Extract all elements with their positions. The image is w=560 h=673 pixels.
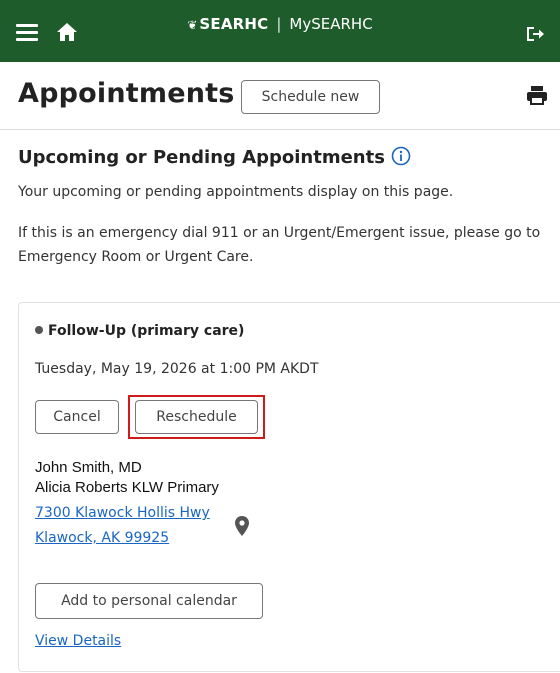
brand-name: SEARHC bbox=[199, 15, 269, 33]
address-line-2-link[interactable]: Klawock, AK 99925 bbox=[35, 530, 169, 546]
searhc-logo-icon: ❦ bbox=[187, 18, 198, 32]
provider-name: John Smith, MD bbox=[35, 459, 142, 476]
appointment-card: Follow-Up (primary care) Tuesday, May 19… bbox=[18, 302, 560, 672]
section-title-text: Upcoming or Pending Appointments bbox=[18, 147, 385, 168]
address-line-1-link[interactable]: 7300 Klawock Hollis Hwy bbox=[35, 505, 210, 521]
emergency-notice: If this is an emergency dial 911 or an U… bbox=[18, 225, 541, 265]
location-name: Alicia Roberts KLW Primary bbox=[35, 479, 219, 496]
status-dot-icon bbox=[35, 326, 43, 334]
logout-icon[interactable] bbox=[524, 24, 546, 44]
top-navigation-bar: ❦ SEARHC | MySEARHC bbox=[0, 0, 560, 62]
cancel-button[interactable]: Cancel bbox=[35, 400, 119, 434]
info-icon[interactable] bbox=[391, 146, 411, 166]
printer-icon[interactable] bbox=[526, 84, 548, 106]
brand-header: ❦ SEARHC | MySEARHC bbox=[0, 14, 560, 35]
appointment-datetime: Tuesday, May 19, 2026 at 1:00 PM AKDT bbox=[35, 361, 319, 377]
appointment-type-label: Follow-Up (primary care) bbox=[48, 323, 245, 339]
section-title: Upcoming or Pending Appointments bbox=[18, 146, 411, 168]
brand-separator: | bbox=[276, 15, 282, 33]
page-header: Appointments Schedule new bbox=[0, 62, 560, 130]
map-pin-icon[interactable] bbox=[235, 516, 249, 536]
view-details-link[interactable]: View Details bbox=[35, 633, 121, 649]
appointment-type: Follow-Up (primary care) bbox=[35, 323, 244, 339]
reschedule-button[interactable]: Reschedule bbox=[135, 400, 258, 434]
schedule-new-button[interactable]: Schedule new bbox=[241, 80, 380, 114]
page-title: Appointments bbox=[18, 78, 235, 109]
intro-text: Your upcoming or pending appointments di… bbox=[18, 184, 454, 200]
app-name: MySEARHC bbox=[289, 15, 373, 33]
add-to-calendar-button[interactable]: Add to personal calendar bbox=[35, 583, 263, 619]
